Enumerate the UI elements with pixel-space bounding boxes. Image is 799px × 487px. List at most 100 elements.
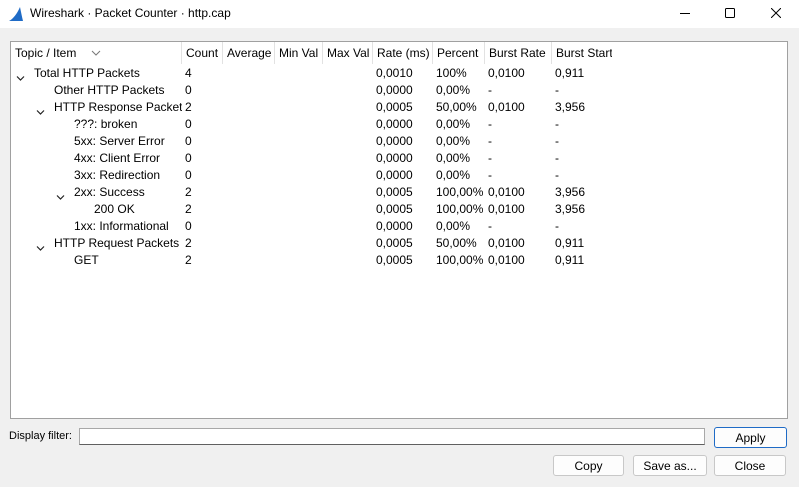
burst-start-cell: 0,911 — [555, 66, 585, 80]
min-val-cell — [275, 133, 323, 150]
topic-label: 4xx: Client Error — [74, 151, 161, 165]
chevron-down-icon[interactable] — [16, 70, 25, 81]
tree-row[interactable]: HTTP Response Packets 2 0,0005 50,00% 0,0100… — [11, 99, 787, 116]
percent-cell: 100,00% — [436, 185, 484, 199]
burst-start-cell: - — [555, 117, 559, 131]
rate-cell: 0,0005 — [376, 236, 413, 250]
max-val-cell — [323, 133, 373, 150]
column-header-max-val[interactable]: Max Val — [323, 42, 373, 64]
percent-cell: 100,00% — [436, 202, 484, 216]
count-cell: 2 — [185, 100, 192, 114]
column-header-percent[interactable]: Percent — [433, 42, 485, 64]
average-cell — [223, 150, 275, 167]
count-cell: 2 — [185, 202, 192, 216]
max-val-cell — [323, 184, 373, 201]
topic-cell: HTTP Request Packets — [11, 235, 182, 252]
tree-row[interactable]: ???: broken 0 0,0000 0,00% - - — [11, 116, 787, 133]
burst-start-cell: - — [555, 134, 559, 148]
burst-start-cell: 3,956 — [555, 202, 586, 216]
topic-label: HTTP Request Packets — [54, 236, 180, 250]
column-header-rate[interactable]: Rate (ms) — [373, 42, 433, 64]
topic-cell: 3xx: Redirection — [11, 167, 182, 184]
tree-row[interactable]: 4xx: Client Error 0 0,0000 0,00% - - — [11, 150, 787, 167]
column-header-topic[interactable]: Topic / Item — [11, 42, 182, 64]
column-header-burst-start[interactable]: Burst Start — [552, 42, 612, 64]
count-cell: 2 — [185, 185, 192, 199]
burst-rate-cell: - — [488, 219, 492, 233]
burst-rate-cell: 0,0100 — [488, 100, 525, 114]
column-header-min-val[interactable]: Min Val — [275, 42, 323, 64]
display-filter-input[interactable] — [79, 428, 705, 445]
column-header-count[interactable]: Count — [182, 42, 223, 64]
column-header-label: Rate (ms) — [377, 46, 430, 60]
min-val-cell — [275, 116, 323, 133]
tree-row[interactable]: GET 2 0,0005 100,00% 0,0100 0,911 — [11, 252, 787, 269]
min-val-cell — [275, 82, 323, 99]
maximize-button[interactable] — [707, 0, 753, 28]
max-val-cell — [323, 235, 373, 252]
column-header-label: Average — [227, 46, 272, 60]
min-val-cell — [275, 150, 323, 167]
rate-cell: 0,0000 — [376, 117, 413, 131]
topic-cell: 4xx: Client Error — [11, 150, 182, 167]
minimize-button[interactable] — [662, 0, 708, 28]
minimize-icon — [680, 7, 690, 21]
max-val-cell — [323, 252, 373, 269]
burst-rate-cell: 0,0100 — [488, 202, 525, 216]
percent-cell: 0,00% — [436, 168, 471, 182]
apply-button[interactable]: Apply — [714, 427, 787, 448]
column-header-label: Burst Start — [556, 46, 612, 60]
count-cell: 0 — [185, 117, 192, 131]
tree-row[interactable]: Total HTTP Packets 4 0,0010 100% 0,0100 0,911 — [11, 65, 787, 82]
burst-start-cell: - — [555, 151, 559, 165]
save-as-button[interactable]: Save as... — [633, 455, 707, 476]
topic-cell: Total HTTP Packets — [11, 65, 182, 82]
percent-cell: 0,00% — [436, 219, 471, 233]
max-val-cell — [323, 218, 373, 235]
tree-row[interactable]: 3xx: Redirection 0 0,0000 0,00% - - — [11, 167, 787, 184]
column-header-average[interactable]: Average — [223, 42, 275, 64]
max-val-cell — [323, 116, 373, 133]
burst-start-cell: - — [555, 168, 559, 182]
count-cell: 2 — [185, 236, 192, 250]
tree-rows: Total HTTP Packets 4 0,0010 100% 0,0100 0,911… — [11, 65, 787, 269]
rate-cell: 0,0000 — [376, 219, 413, 233]
packet-counter-tree[interactable]: Topic / Item Count Average Min Val Max V… — [10, 41, 788, 419]
column-header-label: Percent — [437, 46, 479, 60]
burst-start-cell: 0,911 — [555, 236, 585, 250]
topic-label: ???: broken — [74, 117, 138, 131]
count-cell: 0 — [185, 219, 192, 233]
min-val-cell — [275, 99, 323, 116]
copy-button[interactable]: Copy — [553, 455, 624, 476]
close-window-button[interactable] — [753, 0, 799, 28]
tree-row[interactable]: 200 OK 2 0,0005 100,00% 0,0100 3,956 — [11, 201, 787, 218]
topic-cell: 5xx: Server Error — [11, 133, 182, 150]
chevron-down-icon[interactable] — [56, 189, 65, 200]
burst-rate-cell: - — [488, 168, 492, 182]
rate-cell: 0,0005 — [376, 202, 413, 216]
tree-row[interactable]: HTTP Request Packets 2 0,0005 50,00% 0,0100 0… — [11, 235, 787, 252]
topic-cell: ???: broken — [11, 116, 182, 133]
chevron-down-icon[interactable] — [36, 240, 45, 251]
chevron-down-icon[interactable] — [36, 104, 45, 115]
min-val-cell — [275, 252, 323, 269]
count-cell: 0 — [185, 134, 192, 148]
average-cell — [223, 133, 275, 150]
topic-cell: Other HTTP Packets — [11, 82, 182, 99]
tree-row[interactable]: Other HTTP Packets 0 0,0000 0,00% - - — [11, 82, 787, 99]
topic-cell: 1xx: Informational — [11, 218, 182, 235]
column-header-burst-rate[interactable]: Burst Rate — [485, 42, 552, 64]
close-button[interactable]: Close — [714, 455, 786, 476]
average-cell — [223, 201, 275, 218]
wireshark-fin-icon — [8, 6, 24, 22]
min-val-cell — [275, 184, 323, 201]
percent-cell: 50,00% — [436, 100, 477, 114]
min-val-cell — [275, 218, 323, 235]
tree-row[interactable]: 2xx: Success 2 0,0005 100,00% 0,0100 3,956 — [11, 184, 787, 201]
burst-rate-cell: - — [488, 151, 492, 165]
tree-row[interactable]: 5xx: Server Error 0 0,0000 0,00% - - — [11, 133, 787, 150]
topic-cell: 2xx: Success — [11, 184, 182, 201]
tree-row[interactable]: 1xx: Informational 0 0,0000 0,00% - - — [11, 218, 787, 235]
count-cell: 0 — [185, 151, 192, 165]
rate-cell: 0,0000 — [376, 134, 413, 148]
